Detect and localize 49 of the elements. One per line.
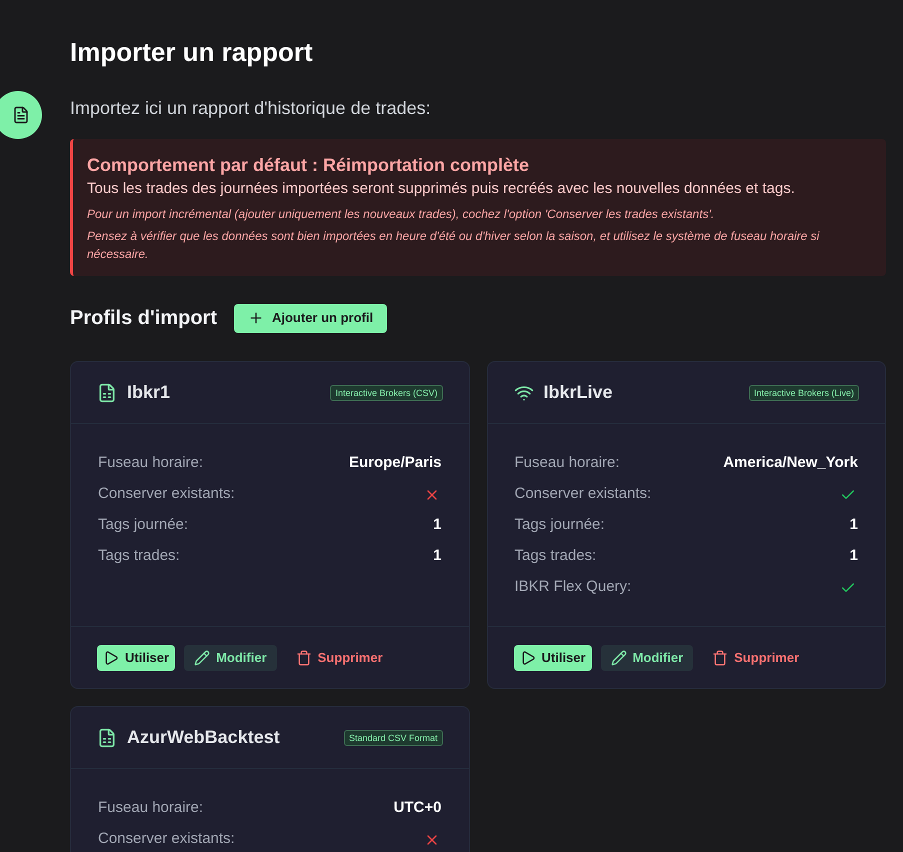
source-tag: Interactive Brokers (CSV) [330, 384, 442, 400]
field-label: Conserver existants: [98, 484, 235, 504]
field-value: 1 [850, 515, 858, 536]
field-label: Fuseau horaire: [98, 798, 204, 818]
spreadsheet-file-icon [97, 382, 117, 402]
play-icon [103, 650, 119, 666]
alert-text: Tous les trades des journées importées seront supprimés puis recréés avec les nouvelles données et tags. [87, 179, 796, 199]
field-label: Tags trades: [514, 546, 596, 566]
field-value: 1 [433, 546, 442, 566]
report-button[interactable] [0, 91, 42, 139]
pencil-icon [194, 650, 210, 666]
source-tag: Interactive Brokers (Live) [748, 384, 859, 400]
document-icon [12, 106, 30, 124]
field-label: Tags journée: [514, 515, 605, 536]
delete-button[interactable]: Supprimer [702, 644, 810, 670]
field-value: America/New_York [723, 453, 858, 474]
field-value: 1 [850, 546, 858, 566]
field-label: Fuseau horaire: [514, 453, 620, 474]
field-value: Europe/Paris [348, 453, 442, 474]
trash-icon [296, 650, 312, 666]
field-label: Fuseau horaire: [98, 453, 204, 474]
page-title: Importer un rapport [70, 36, 314, 69]
edit-button[interactable]: Modifier [184, 644, 277, 670]
alert-title: Comportement par défaut : Réimportation complète [87, 154, 530, 177]
spreadsheet-file-icon [97, 728, 117, 748]
profile-name: Ibkr1 [127, 381, 170, 404]
play-icon [520, 650, 536, 666]
field-value: 1 [433, 515, 442, 536]
alert-note: Pour un import incrémental (ajouter uniquement les nouveaux trades), cochez l'option 'Conserver les trades existants'. [87, 206, 716, 223]
profile-name: IbkrLive [544, 381, 613, 404]
edit-button[interactable]: Modifier [600, 644, 694, 670]
source-tag: Standard CSV Format [344, 730, 442, 746]
page-subtitle: Importez ici un rapport d'historique de trades: [70, 97, 432, 120]
field-label: Tags journée: [98, 515, 188, 536]
field-label: IBKR Flex Query: [514, 577, 632, 598]
trash-icon [712, 650, 728, 666]
alert-note: Pensez à vérifier que les données sont bien importées en heure d'été ou d'hiver selon la saison, et utilisez le système de fuseau horaire si nécessaire. [87, 228, 820, 263]
profile-name: AzurWebBacktest [127, 726, 280, 749]
add-profile-button[interactable]: Ajouter un profil [234, 304, 388, 332]
section-title: Profils d'import [70, 306, 217, 331]
use-button[interactable]: Utiliser [97, 644, 176, 670]
pencil-icon [610, 650, 627, 666]
delete-button[interactable]: Supprimer [286, 644, 393, 670]
use-button[interactable]: Utiliser [514, 644, 592, 670]
plus-icon [248, 310, 264, 326]
field-label: Tags trades: [98, 546, 180, 566]
field-value: UTC+0 [394, 798, 442, 818]
field-label: Conserver existants: [98, 829, 235, 850]
field-label: Conserver existants: [514, 484, 652, 504]
